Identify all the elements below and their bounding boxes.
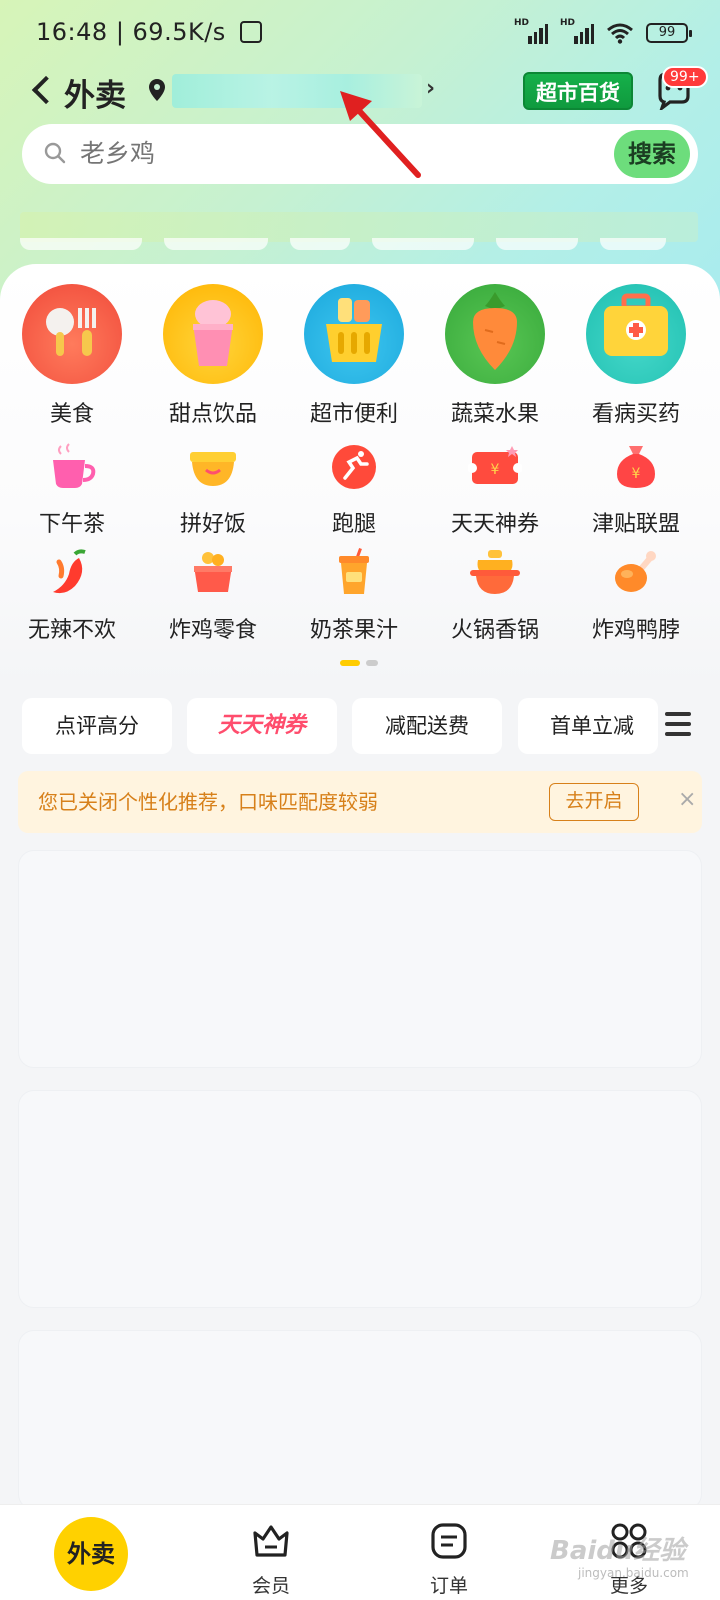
search-button[interactable]: 搜索 — [614, 130, 690, 178]
network-speed: 69.5K/s — [132, 18, 226, 46]
annotation-arrow — [340, 91, 421, 178]
location-pin-icon — [149, 79, 165, 101]
runner-icon — [332, 445, 376, 489]
page-title: 外卖 — [64, 78, 126, 114]
search-icon — [44, 142, 66, 164]
category-hotpot[interactable]: 火锅香锅 — [423, 548, 567, 644]
menu-icon[interactable] — [665, 712, 691, 738]
filter-bar: 点评高分 天天神券 减配送费 首单立减 — [22, 698, 720, 754]
nav-member[interactable]: 会员 — [226, 1521, 316, 1598]
vegetable-icon — [445, 284, 545, 384]
milk-tea-icon — [339, 548, 369, 594]
crown-icon — [253, 1525, 289, 1557]
nav-orders[interactable]: 订单 — [404, 1521, 494, 1598]
promo-pills — [20, 238, 700, 252]
category-milk-tea[interactable]: 奶茶果汁 — [282, 548, 426, 644]
category-fried-chicken-snacks[interactable]: 炸鸡零食 — [141, 548, 285, 644]
hotpot-icon — [470, 550, 520, 594]
battery-icon: 99 — [646, 23, 692, 43]
svg-text:¥: ¥ — [632, 466, 641, 482]
supermarket-button[interactable]: 超市百货 — [523, 72, 633, 110]
filter-reduced-delivery[interactable]: 减配送费 — [352, 698, 502, 754]
page-indicator — [340, 660, 378, 666]
status-right: HD HD 99 — [514, 18, 692, 44]
filter-daily-coupon[interactable]: 天天神券 — [187, 698, 337, 754]
chili-icon — [53, 549, 86, 594]
category-group-meal[interactable]: 拼好饭 — [141, 442, 285, 538]
order-icon — [431, 1523, 467, 1559]
nav-home-button[interactable]: 外卖 — [54, 1517, 128, 1591]
status-bar: 16:48 | 69.5K/s HD HD 99 — [0, 0, 720, 70]
medkit-icon — [586, 284, 686, 384]
back-button[interactable] — [26, 70, 58, 110]
wifi-icon — [607, 23, 633, 44]
bowl-icon — [190, 452, 236, 486]
nfc-icon — [239, 21, 262, 43]
dessert-icon — [163, 284, 263, 384]
fried-chicken-basket-icon — [194, 552, 232, 592]
category-errand[interactable]: 跑腿 — [282, 442, 426, 538]
food-icon — [22, 284, 122, 384]
enable-button[interactable]: 去开启 — [549, 783, 639, 821]
category-supermarket[interactable]: 超市便利 — [282, 284, 426, 428]
money-bag-icon: ¥ — [617, 446, 655, 488]
loading-card — [18, 1090, 702, 1308]
recommendation-notice: 您已关闭个性化推荐，口味匹配度较弱 去开启 × — [18, 771, 702, 833]
loading-card — [18, 850, 702, 1068]
status-time: 16:48 — [36, 18, 108, 46]
filter-high-rating[interactable]: 点评高分 — [22, 698, 172, 754]
category-dessert[interactable]: 甜点饮品 — [141, 284, 285, 428]
category-allowance[interactable]: ¥ 津贴联盟 — [564, 442, 708, 538]
signal-icon: HD — [560, 18, 594, 44]
category-afternoon-tea[interactable]: 下午茶 — [0, 442, 144, 538]
coupon-icon: ¥ — [467, 446, 523, 484]
category-daily-coupon[interactable]: ¥ 天天神券 — [423, 442, 567, 538]
tea-cup-icon — [53, 443, 96, 488]
message-badge: 99+ — [662, 66, 708, 88]
watermark-url: jingyan.baidu.com — [578, 1566, 689, 1580]
basket-icon — [304, 284, 404, 384]
notice-text: 您已关闭个性化推荐，口味匹配度较弱 — [38, 790, 378, 814]
status-left: 16:48 | 69.5K/s — [36, 18, 262, 46]
close-icon[interactable]: × — [678, 787, 696, 812]
category-fried-chicken-duck-neck[interactable]: 炸鸡鸭脖 — [564, 548, 708, 644]
category-medicine[interactable]: 看病买药 — [564, 284, 708, 428]
drumstick-icon — [615, 551, 656, 592]
signal-icon: HD — [514, 18, 548, 44]
svg-text:¥: ¥ — [491, 462, 500, 478]
filter-first-order[interactable]: 首单立减 — [518, 698, 658, 754]
loading-card — [18, 1330, 702, 1510]
category-food[interactable]: 美食 — [0, 284, 144, 428]
category-spicy[interactable]: 无辣不欢 — [0, 548, 144, 644]
watermark: Baidu经验 — [550, 1536, 686, 1566]
category-vegetables[interactable]: 蔬菜水果 — [423, 284, 567, 428]
search-input[interactable] — [80, 124, 560, 184]
